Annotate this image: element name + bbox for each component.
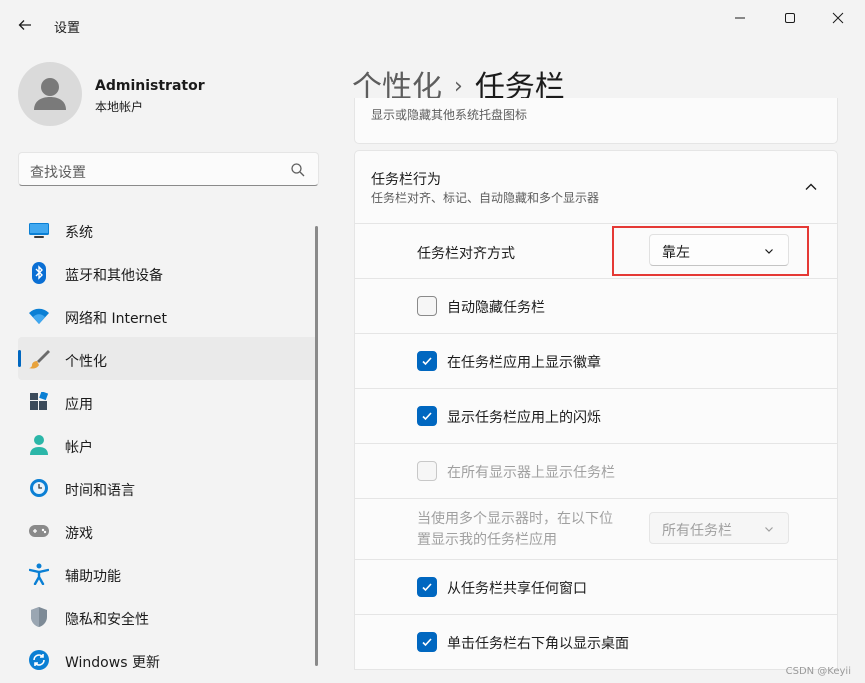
dropdown-value: 所有任务栏: [662, 523, 732, 539]
minimize-icon: [735, 17, 745, 19]
share-window-row: 从任务栏共享任何窗口: [355, 559, 837, 614]
sidebar-item-label: 个性化: [65, 354, 107, 370]
sidebar-item-privacy[interactable]: 隐私和安全性: [18, 595, 318, 638]
sidebar-item-time-language[interactable]: 时间和语言: [18, 466, 318, 509]
close-icon: [832, 12, 844, 24]
multi-display-row: 当使用多个显示器时，在以下位 置显示我的任务栏应用 所有任务栏: [355, 498, 837, 559]
back-arrow-icon: [18, 20, 31, 30]
multi-display-label-line1: 当使用多个显示器时，在以下位: [417, 511, 613, 527]
update-icon: [28, 649, 50, 671]
avatar[interactable]: [18, 62, 82, 126]
window-title: 设置: [54, 21, 81, 36]
show-desktop-label: 单击任务栏右下角以显示桌面: [447, 636, 629, 652]
show-badges-label: 在任务栏应用上显示徽章: [447, 355, 601, 371]
apps-icon: [28, 391, 50, 413]
all-displays-label: 在所有显示器上显示任务栏: [447, 465, 615, 481]
wifi-icon: [28, 305, 50, 327]
multi-display-label-line2: 置显示我的任务栏应用: [417, 532, 557, 548]
sidebar-item-windows-update[interactable]: Windows 更新: [18, 638, 318, 681]
sidebar-item-label: 时间和语言: [65, 483, 135, 499]
sidebar-item-bluetooth[interactable]: 蓝牙和其他设备: [18, 251, 318, 294]
sidebar-item-label: 隐私和安全性: [65, 612, 149, 628]
checkmark-icon: [422, 357, 432, 366]
title-bar: 设置: [0, 0, 865, 40]
sidebar-item-label: 系统: [65, 225, 93, 241]
sidebar-item-label: 辅助功能: [65, 569, 121, 585]
sidebar-item-label: 应用: [65, 397, 93, 413]
system-tray-icons-card[interactable]: 显示或隐藏其他系统托盘图标: [354, 98, 838, 144]
maximize-button[interactable]: [770, 6, 810, 30]
sidebar-item-personalization[interactable]: 个性化: [18, 337, 318, 380]
show-flashing-label: 显示任务栏应用上的闪烁: [447, 410, 601, 426]
taskbar-behaviors-header[interactable]: 任务栏行为 任务栏对齐、标记、自动隐藏和多个显示器: [355, 151, 837, 223]
user-name: Administrator: [95, 78, 205, 94]
system-tray-icons-text: 显示或隐藏其他系统托盘图标: [371, 108, 528, 122]
checkmark-icon: [422, 412, 432, 421]
show-badges-row: 在任务栏应用上显示徽章: [355, 333, 837, 388]
sidebar-item-accessibility[interactable]: 辅助功能: [18, 552, 318, 595]
sidebar-item-label: 网络和 Internet: [65, 311, 168, 327]
share-window-checkbox[interactable]: [417, 577, 437, 597]
maximize-icon: [785, 13, 795, 23]
show-flashing-checkbox[interactable]: [417, 406, 437, 426]
shield-icon: [28, 606, 50, 628]
auto-hide-row: 自动隐藏任务栏: [355, 278, 837, 333]
highlight-annotation-box: [612, 226, 809, 276]
sidebar-item-apps[interactable]: 应用: [18, 380, 318, 423]
accessibility-icon: [28, 563, 50, 585]
breadcrumb-separator: ›: [454, 74, 463, 99]
sidebar-scrollbar[interactable]: [315, 226, 318, 666]
sidebar-item-label: 游戏: [65, 526, 93, 542]
sidebar-item-label: 帐户: [65, 440, 93, 456]
chevron-down-icon: [765, 527, 773, 532]
all-displays-row: 在所有显示器上显示任务栏: [355, 443, 837, 498]
all-displays-checkbox[interactable]: [417, 461, 437, 481]
show-flashing-row: 显示任务栏应用上的闪烁: [355, 388, 837, 443]
checkmark-icon: [422, 638, 432, 647]
taskbar-alignment-label: 任务栏对齐方式: [417, 246, 515, 262]
share-window-label: 从任务栏共享任何窗口: [447, 581, 587, 597]
gamepad-icon: [28, 520, 50, 542]
search-icon: [291, 163, 305, 177]
checkmark-icon: [422, 583, 432, 592]
sidebar-item-system[interactable]: 系统: [18, 208, 318, 251]
multi-display-label: 当使用多个显示器时，在以下位 置显示我的任务栏应用: [417, 509, 647, 551]
search-input[interactable]: 查找设置: [18, 152, 319, 186]
auto-hide-checkbox[interactable]: [417, 296, 437, 316]
watermark: CSDN @Keyii: [785, 666, 851, 677]
account-icon: [28, 434, 50, 456]
bluetooth-icon: [28, 262, 50, 284]
system-icon: [28, 219, 50, 241]
show-badges-checkbox[interactable]: [417, 351, 437, 371]
close-button[interactable]: [818, 6, 858, 30]
selection-indicator: [18, 350, 21, 367]
user-account-type: 本地帐户: [95, 100, 144, 114]
chevron-up-icon[interactable]: [803, 179, 819, 195]
sidebar-item-accounts[interactable]: 帐户: [18, 423, 318, 466]
sidebar-item-label: Windows 更新: [65, 655, 160, 671]
search-placeholder: 查找设置: [30, 165, 86, 181]
show-desktop-row: 单击任务栏右下角以显示桌面: [355, 614, 837, 671]
brush-icon: [28, 348, 50, 370]
show-desktop-checkbox[interactable]: [417, 632, 437, 652]
auto-hide-label: 自动隐藏任务栏: [447, 300, 545, 316]
multi-display-dropdown[interactable]: 所有任务栏: [649, 512, 789, 544]
user-avatar-icon: [34, 78, 66, 110]
sidebar-nav: 系统 蓝牙和其他设备 网络和 Internet 个性化 应用 帐户 时间和语言 …: [18, 208, 318, 681]
back-button[interactable]: [14, 14, 36, 36]
time-language-icon: [28, 477, 50, 499]
sidebar-item-network[interactable]: 网络和 Internet: [18, 294, 318, 337]
group-subtitle: 任务栏对齐、标记、自动隐藏和多个显示器: [371, 191, 600, 205]
group-title: 任务栏行为: [371, 172, 441, 188]
sidebar-item-label: 蓝牙和其他设备: [65, 268, 163, 284]
sidebar-item-gaming[interactable]: 游戏: [18, 509, 318, 552]
minimize-button[interactable]: [720, 6, 760, 30]
